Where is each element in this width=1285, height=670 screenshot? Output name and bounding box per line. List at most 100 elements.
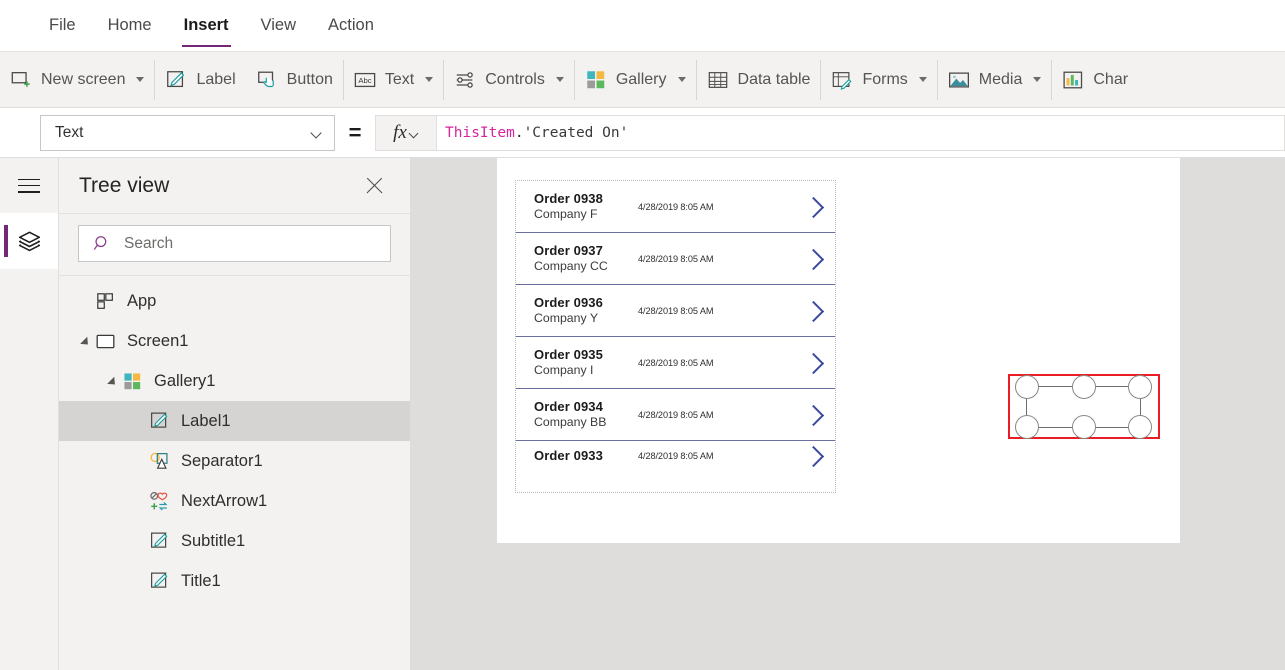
ribbon-button-label: Forms [862,70,908,88]
menu-item-home[interactable]: Home [92,0,168,51]
insert-ribbon: New screen Label Button Abc Text Controls Gall… [0,52,1285,108]
formula-input[interactable]: ThisItem. 'Created On' [437,114,1285,151]
charts-icon [1062,69,1084,91]
chevron-right-icon[interactable] [806,196,821,218]
tree-item-label: Label1 [181,411,231,430]
gallery-row-texts: Order 0935 Company I [534,347,626,378]
ribbon-button-text[interactable]: Abc Text [344,59,443,101]
ribbon-button-label: Label [196,70,236,88]
tree-item-label: Screen1 [127,331,189,350]
controls-sliders-icon [454,69,476,91]
tree-item-title1[interactable]: Title1 [59,561,410,601]
gallery-row[interactable]: Order 0937 Company CC 4/28/2019 8:05 AM [516,233,835,285]
tree-view-title: Tree view [79,173,170,197]
close-icon[interactable] [364,175,386,197]
formula-token-dot: . [514,124,524,141]
button-icon [256,69,278,91]
gallery-row[interactable]: Order 0938 Company F 4/28/2019 8:05 AM [516,181,835,233]
tree-item-label: App [127,291,157,310]
tree-item-label: Gallery1 [154,371,216,390]
gallery-row[interactable]: Order 0935 Company I 4/28/2019 8:05 AM [516,337,835,389]
chevron-right-icon[interactable] [806,445,821,467]
tree-item-app[interactable]: App [59,281,410,321]
chevron-expanded-icon[interactable] [108,374,122,388]
rail-item-tree-view[interactable] [0,213,58,269]
chevron-right-icon[interactable] [806,352,821,374]
ribbon-button-label[interactable]: Label [155,59,245,101]
label-icon [165,69,187,91]
chevron-expanded-icon[interactable] [81,334,95,348]
gallery-row-title: Order 0936 [534,295,603,310]
tree-search-container: Search [59,214,410,276]
tree-item-screen1[interactable]: Screen1 [59,321,410,361]
ribbon-button-label: Controls [485,70,545,88]
search-icon [93,236,107,250]
gallery-row[interactable]: Order 0934 Company BB 4/28/2019 8:05 AM [516,389,835,441]
tree-item-label: Subtitle1 [181,531,246,550]
ribbon-button-controls[interactable]: Controls [444,59,574,101]
chevron-down-icon [425,77,434,82]
search-input[interactable]: Search [78,225,391,262]
chevron-down-icon [136,77,145,82]
ribbon-button-media[interactable]: Media [938,59,1052,101]
menu-item-insert[interactable]: Insert [168,0,245,51]
gallery-row-date: 4/28/2019 8:05 AM [638,253,714,264]
tree-view-header: Tree view [59,158,410,214]
search-placeholder: Search [124,234,174,252]
chevron-right-icon[interactable] [806,300,821,322]
media-image-icon [948,69,970,91]
ribbon-button-new-screen[interactable]: New screen [0,59,154,101]
gallery-row-title: Order 0937 [534,243,603,258]
tree-item-gallery1[interactable]: Gallery1 [59,361,410,401]
ribbon-button-label: Button [286,70,333,88]
formula-token-field: 'Created On' [523,124,629,141]
menu-item-action[interactable]: Action [312,0,390,51]
screen-icon [95,331,116,352]
gallery-icon [122,371,143,392]
gallery-row-texts: Order 0934 Company BB [534,399,626,430]
ribbon-button-label: Gallery [615,70,667,88]
gallery-row[interactable]: Order 0936 Company Y 4/28/2019 8:05 AM [516,285,835,337]
app-screen[interactable]: Order 0938 Company F 4/28/2019 8:05 AM Orde… [497,158,1180,543]
ribbon-button-data-table[interactable]: Data table [697,59,821,101]
ribbon-button-button[interactable]: Button [246,59,343,101]
gallery-row[interactable]: Order 0933 4/28/2019 8:05 AM [516,441,835,471]
ribbon-button-label: Data table [737,70,811,88]
tree-item-nextarrow1[interactable]: NextArrow1 [59,481,410,521]
gallery-row-title: Order 0938 [534,191,603,206]
gallery-row-title: Order 0934 [534,399,603,414]
next-arrow-icon [149,491,170,512]
chevron-down-icon [410,130,419,136]
ribbon-button-char[interactable]: Char [1052,59,1138,101]
ribbon-button-gallery[interactable]: Gallery [575,59,696,101]
data-table-icon [707,69,729,91]
gallery-row-subtitle: Company BB [534,415,607,429]
tree-item-label: Title1 [181,571,221,590]
label-icon [149,411,170,432]
tree-item-separator1[interactable]: Separator1 [59,441,410,481]
separator-icon [149,451,170,472]
layers-icon [18,231,40,251]
ribbon-button-forms[interactable]: Forms [821,59,936,101]
design-canvas[interactable]: Order 0938 Company F 4/28/2019 8:05 AM Orde… [411,158,1285,670]
forms-icon [831,69,853,91]
menu-item-view[interactable]: View [245,0,312,51]
chevron-right-icon[interactable] [806,404,821,426]
gallery-control[interactable]: Order 0938 Company F 4/28/2019 8:05 AM Orde… [515,180,836,493]
chevron-down-icon [555,77,564,82]
gallery-row-texts: Order 0933 [534,448,626,464]
gallery-row-date: 4/28/2019 8:05 AM [638,357,714,368]
hamburger-menu-button[interactable] [0,158,58,213]
fx-button[interactable]: fx [375,114,437,151]
new-screen-icon [10,69,32,91]
svg-text:Abc: Abc [358,76,371,85]
chevron-right-icon[interactable] [806,248,821,270]
gallery-row-date: 4/28/2019 8:05 AM [638,409,714,420]
tree-item-subtitle1[interactable]: Subtitle1 [59,521,410,561]
tree-view-list: App Screen1 Gallery1 Label1 Separator1 NextAr… [59,276,410,670]
app-icon [95,291,116,312]
menu-item-file[interactable]: File [33,0,92,51]
formula-token-object: ThisItem [445,124,515,141]
property-select[interactable]: Text [40,114,335,151]
tree-item-label1[interactable]: Label1 [59,401,410,441]
